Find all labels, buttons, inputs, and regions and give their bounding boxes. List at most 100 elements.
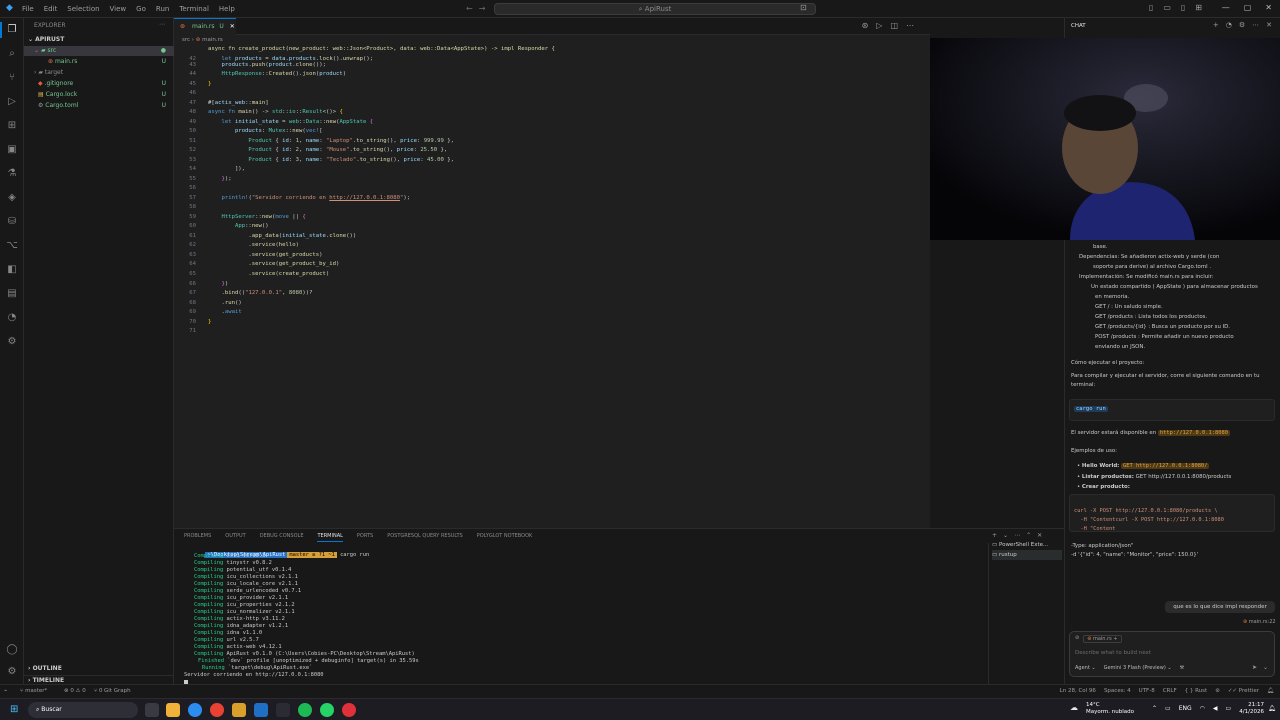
chevron-up-icon[interactable]: ⌃	[1152, 705, 1157, 712]
extension-panel-icon[interactable]: ◧	[6, 264, 18, 276]
menu-go[interactable]: Go	[136, 5, 146, 13]
unity-icon[interactable]	[276, 703, 290, 717]
close-panel-icon[interactable]: ✕	[1037, 532, 1042, 539]
tab-output[interactable]: OUTPUT	[225, 533, 245, 542]
attach-icon[interactable]: ⊘	[1075, 635, 1079, 643]
ports-status[interactable]: ⑂ 0	[94, 688, 103, 694]
spotify-icon[interactable]	[298, 703, 312, 717]
gear-icon[interactable]: ⚙	[1239, 21, 1245, 29]
attached-file[interactable]: ⊛ main.rs:22	[1243, 619, 1276, 625]
menu-view[interactable]: View	[110, 5, 127, 13]
chat-input-box[interactable]: ⊘ ⊛ main.rs + Describe what to build nex…	[1069, 631, 1275, 677]
tab-postgresql[interactable]: POSTGRESQL QUERY RESULTS	[387, 533, 463, 542]
more-actions-icon[interactable]: ⋯	[1252, 21, 1259, 29]
toggle-sidebar-icon[interactable]: ▯	[1149, 3, 1153, 12]
remote-icon[interactable]: ⌁	[4, 688, 7, 694]
tree-file-cargo-lock[interactable]: ▤ Cargo.lock U	[24, 90, 174, 100]
add-terminal-icon[interactable]: +	[992, 532, 997, 539]
chevron-down-icon[interactable]: ⌄	[1263, 664, 1268, 671]
manage-gear-icon[interactable]: ⚙	[6, 666, 18, 678]
close-icon[interactable]: ✕	[1265, 3, 1272, 12]
chrome-icon[interactable]	[210, 703, 224, 717]
chat-history-icon[interactable]: ◔	[6, 312, 18, 324]
language-indicator[interactable]: ENG	[1179, 705, 1192, 712]
chat-input-placeholder[interactable]: Describe what to build next	[1075, 650, 1151, 656]
maximize-panel-icon[interactable]: ⌃	[1026, 532, 1031, 539]
database-icon[interactable]: ⛁	[6, 216, 18, 228]
account-icon[interactable]: ◯	[6, 644, 18, 656]
menu-run[interactable]: Run	[156, 5, 169, 13]
language-mode[interactable]: { } Rust	[1185, 688, 1208, 694]
folder-icon[interactable]	[232, 703, 246, 717]
menu-selection[interactable]: Selection	[67, 5, 99, 13]
project-folder[interactable]: ⌄ APIRUST	[24, 35, 174, 45]
taskbar-search[interactable]: ⌕ Buscar	[28, 702, 138, 718]
model-select[interactable]: Gemini 3 Flash (Preview) ⌄	[1104, 665, 1172, 671]
vscode-icon[interactable]	[254, 703, 268, 717]
tab-debug-console[interactable]: DEBUG CONSOLE	[260, 533, 304, 542]
git-graph-icon[interactable]: ⌥	[6, 240, 18, 252]
testing-icon[interactable]: ⚗	[6, 168, 18, 180]
toggle-panel-icon[interactable]: ▭	[1163, 3, 1171, 12]
docker-icon[interactable]: ◈	[6, 192, 18, 204]
copilot-icon[interactable]: ⊡	[800, 3, 807, 12]
breadcrumb-file[interactable]: main.rs	[202, 37, 223, 43]
command-center-search[interactable]: ⌕ ApiRust	[494, 3, 816, 15]
tree-folder-target[interactable]: › ▰ target	[24, 68, 174, 78]
copilot-status-icon[interactable]: ⊛	[1215, 688, 1220, 694]
remote-explorer-icon[interactable]: ▣	[6, 144, 18, 156]
extensions-icon[interactable]: ⊞	[6, 120, 18, 132]
close-icon[interactable]: ✕	[1266, 21, 1272, 29]
problems-status[interactable]: ⊗ 0 ⚠ 0	[64, 688, 86, 694]
tab-ports[interactable]: PORTS	[357, 533, 373, 542]
menu-file[interactable]: File	[22, 5, 34, 13]
breadcrumb-src[interactable]: src	[182, 37, 190, 43]
tab-main-rs[interactable]: ⊛ main.rs U ✕	[174, 18, 236, 35]
cursor-position[interactable]: Ln 28, Col 96	[1060, 688, 1096, 694]
copilot-icon[interactable]: ⊛	[862, 21, 869, 30]
menu-edit[interactable]: Edit	[44, 5, 58, 13]
tools-icon[interactable]: ⚒	[1180, 665, 1184, 671]
menu-terminal[interactable]: Terminal	[179, 5, 209, 13]
context-file-chip[interactable]: ⊛ main.rs +	[1083, 635, 1122, 643]
minimize-icon[interactable]: —	[1222, 3, 1230, 12]
more-actions-icon[interactable]: ⋯	[906, 21, 914, 30]
tree-folder-src[interactable]: ⌄ ▰ src ●	[24, 46, 174, 56]
encoding[interactable]: UTF-8	[1139, 688, 1155, 694]
terminal-item-rustup[interactable]: ▭ rustup	[992, 550, 1062, 560]
nav-arrows-icon[interactable]: ←→	[466, 4, 491, 13]
bell-icon[interactable]: 🔔︎	[1267, 688, 1274, 694]
indentation[interactable]: Spaces: 4	[1104, 688, 1131, 694]
prettier-status[interactable]: ✓✓ Prettier	[1228, 688, 1259, 694]
search-icon[interactable]: ⌕	[6, 48, 18, 60]
windows-start-icon[interactable]: ⊞	[10, 704, 18, 715]
send-icon[interactable]: ➤	[1252, 664, 1257, 671]
obs-icon[interactable]	[342, 703, 356, 717]
close-tab-icon[interactable]: ✕	[230, 23, 235, 30]
volume-icon[interactable]: ◀	[1213, 705, 1218, 712]
explorer-icon[interactable]: ❐	[6, 24, 18, 36]
run-icon[interactable]: ▷	[876, 21, 882, 30]
agent-mode-select[interactable]: Agent ⌄	[1075, 665, 1096, 671]
notification-icon[interactable]: 🔔︎	[1268, 705, 1276, 712]
network-icon[interactable]: ▭	[1165, 705, 1171, 712]
tree-file-cargo-toml[interactable]: ⚙ Cargo.toml U	[24, 101, 174, 111]
notebook-icon[interactable]: ▤	[6, 288, 18, 300]
tab-polyglot[interactable]: POLYGLOT NOTEBOOK	[477, 533, 533, 542]
new-chat-icon[interactable]: +	[1213, 21, 1219, 29]
whatsapp-icon[interactable]	[320, 703, 334, 717]
more-actions-icon[interactable]: ⋯	[1014, 532, 1020, 539]
tab-problems[interactable]: PROBLEMS	[184, 533, 211, 542]
run-debug-icon[interactable]: ▷	[6, 96, 18, 108]
tab-terminal[interactable]: TERMINAL	[317, 533, 343, 542]
tree-file-main[interactable]: ⊛ main.rs U	[24, 57, 174, 67]
terminal-item-powershell[interactable]: ▭ PowerShell Exte...	[992, 540, 1062, 550]
branch-status[interactable]: ⑂ master*	[20, 688, 47, 694]
split-editor-icon[interactable]: ◫	[890, 21, 898, 30]
toggle-secondary-sidebar-icon[interactable]: ▯	[1181, 3, 1185, 12]
wifi-icon[interactable]: ◠	[1200, 705, 1205, 712]
source-control-icon[interactable]: ⑂	[6, 72, 18, 84]
more-actions-icon[interactable]: ⋯	[159, 21, 165, 28]
edge-icon[interactable]	[188, 703, 202, 717]
tree-file-gitignore[interactable]: ◆ .gitignore U	[24, 79, 174, 89]
